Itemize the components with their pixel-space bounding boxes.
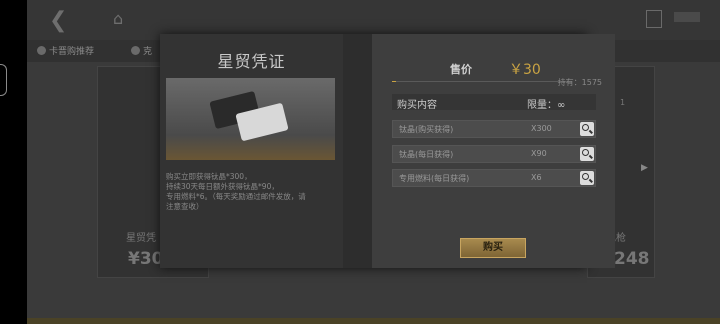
reward-row: 钛晶(每日获得) X90	[392, 145, 596, 163]
description-line: 购买立即获得钛晶*300，	[166, 172, 252, 181]
reward-name: 钛晶(购买获得)	[399, 125, 454, 134]
reward-name: 钛晶(每日获得)	[399, 150, 454, 159]
item-title: 星贸凭证	[217, 52, 286, 71]
system-left-bar	[0, 0, 27, 324]
tab-second[interactable]: 克	[131, 44, 152, 57]
shop-card-price: 248	[614, 249, 650, 269]
purchase-panel: 售价 ￥30 持有：1575 购买内容 限量：∞ 钛晶(购买获得) X300 钛…	[372, 34, 615, 268]
tab-label: 卡晋购推荐	[49, 47, 95, 57]
reward-qty: X90	[531, 149, 547, 158]
reward-name: 专用燃料(每日获得)	[399, 174, 470, 183]
currency-icon	[646, 10, 662, 28]
price-value: ￥30	[509, 62, 541, 78]
description-line: 专用燃料*6。（每天奖励通过邮件发放，请	[166, 192, 306, 201]
home-icon[interactable]: ⌂	[113, 9, 131, 28]
contents-title: 购买内容	[397, 100, 437, 111]
tab-label: 克	[143, 47, 153, 57]
description-line: 持续30天每日额外获得钛晶*90，	[166, 182, 279, 191]
tab-icon	[131, 46, 140, 55]
purchase-dialog: 星贸凭证 购买立即获得钛晶*300， 持续30天每日额外获得钛晶*90， 专用燃…	[160, 34, 615, 268]
game-screen: ❮ ⌂ 卡晋购推荐 克 星贸凭 ¥30 数量：1 南色枪 248 ▶ 星贸凭证	[27, 0, 720, 324]
reward-qty: X6	[531, 173, 542, 182]
buy-button[interactable]: 购买	[460, 238, 526, 258]
edge-handle[interactable]	[0, 64, 7, 96]
reward-row: 钛晶(购买获得) X300	[392, 120, 596, 138]
zoom-in-icon[interactable]	[580, 171, 594, 185]
zoom-in-icon[interactable]	[580, 147, 594, 161]
purchase-limit: 限量：∞	[527, 100, 566, 111]
back-icon[interactable]: ❮	[49, 8, 67, 33]
reward-qty: X300	[531, 124, 552, 133]
reward-row: 专用燃料(每日获得) X6	[392, 169, 596, 187]
shop-card-name: 星贸凭	[126, 233, 156, 244]
bottom-bar	[27, 318, 720, 324]
tab-icon	[37, 46, 46, 55]
shop-card-price: ¥30	[128, 249, 164, 269]
item-description: 购买立即获得钛晶*300， 持续30天每日额外获得钛晶*90， 专用燃料*6。（…	[166, 172, 340, 212]
contents-header: 购买内容 限量：∞	[392, 94, 596, 111]
zoom-in-icon[interactable]	[580, 122, 594, 136]
currency-amount	[674, 12, 700, 22]
next-arrow-icon[interactable]: ▶	[641, 163, 648, 173]
item-image	[166, 78, 335, 160]
price-label: 售价	[450, 63, 472, 76]
tab-recommended[interactable]: 卡晋购推荐	[37, 44, 94, 57]
description-line: 注意查收）	[166, 202, 204, 211]
item-panel: 星贸凭证 购买立即获得钛晶*300， 持续30天每日额外获得钛晶*90， 专用燃…	[160, 34, 343, 268]
owned-count: 持有：1575	[557, 78, 602, 87]
